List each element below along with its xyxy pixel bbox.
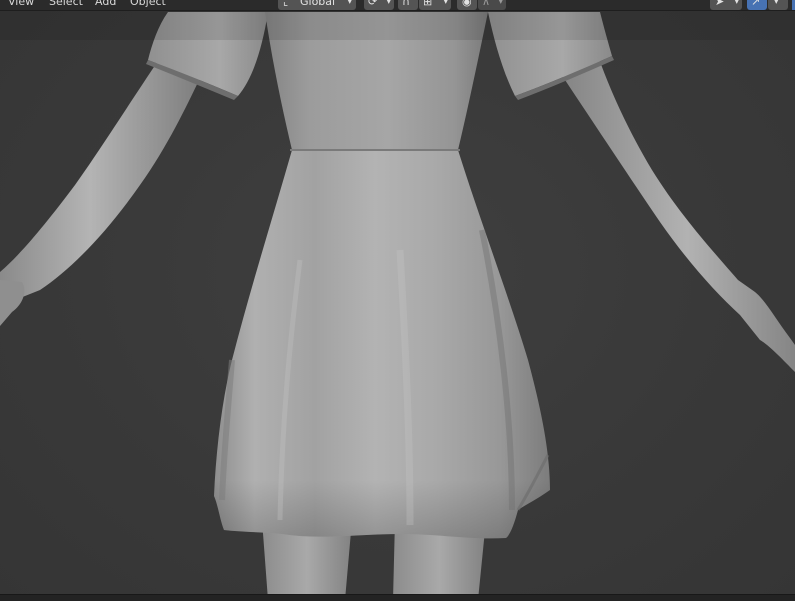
chevron-down-icon: ▾: [498, 0, 503, 7]
left-arm: [0, 58, 200, 305]
snap-toggle[interactable]: ∩: [398, 0, 418, 10]
snap-target-dropdown[interactable]: ⊞ ▾: [419, 0, 451, 10]
transform-orientation-value: Global: [300, 0, 336, 8]
right-arm: [555, 56, 795, 372]
3d-viewport[interactable]: View Select Add Object ⌞ Global ▾ ⟳ ▾ ∩ …: [0, 0, 795, 601]
pivot-point-icon: ⟳: [368, 0, 378, 8]
dress-model-render: [0, 12, 795, 600]
select-tool-dropdown[interactable]: ➤ ▾: [710, 0, 742, 10]
gizmo-toggle-icon: ↗: [751, 0, 761, 8]
snap-magnet-icon: ∩: [402, 0, 411, 8]
menu-select[interactable]: Select: [49, 0, 83, 9]
falloff-curve-icon: ∧: [482, 0, 491, 8]
cursor-select-icon: ➤: [715, 0, 725, 8]
chevron-down-icon: ▾: [347, 0, 352, 7]
gizmo-options-dropdown[interactable]: ▾: [768, 0, 788, 10]
chevron-down-icon: ▾: [386, 0, 391, 7]
menu-add[interactable]: Add: [95, 0, 116, 9]
pivot-point-dropdown[interactable]: ⟳ ▾: [364, 0, 394, 10]
viewport-header: View Select Add Object ⌞ Global ▾ ⟳ ▾ ∩ …: [0, 0, 795, 11]
chevron-down-icon: ▾: [734, 0, 739, 7]
chevron-down-icon: ▾: [443, 0, 448, 7]
transform-orientation-icon: ⌞: [283, 0, 289, 8]
falloff-dropdown[interactable]: ∧ ▾: [478, 0, 506, 10]
left-hand: [0, 280, 25, 326]
snap-grid-icon: ⊞: [423, 0, 433, 8]
menu-view[interactable]: View: [8, 0, 34, 9]
transform-orientation-dropdown[interactable]: ⌞ Global ▾: [278, 0, 356, 10]
proportional-edit-toggle[interactable]: ◉: [457, 0, 477, 10]
gizmo-toggle[interactable]: ↗: [747, 0, 767, 10]
proportional-edit-icon: ◉: [462, 0, 472, 8]
chevron-down-icon: ▾: [774, 0, 779, 7]
menu-object[interactable]: Object: [130, 0, 166, 9]
